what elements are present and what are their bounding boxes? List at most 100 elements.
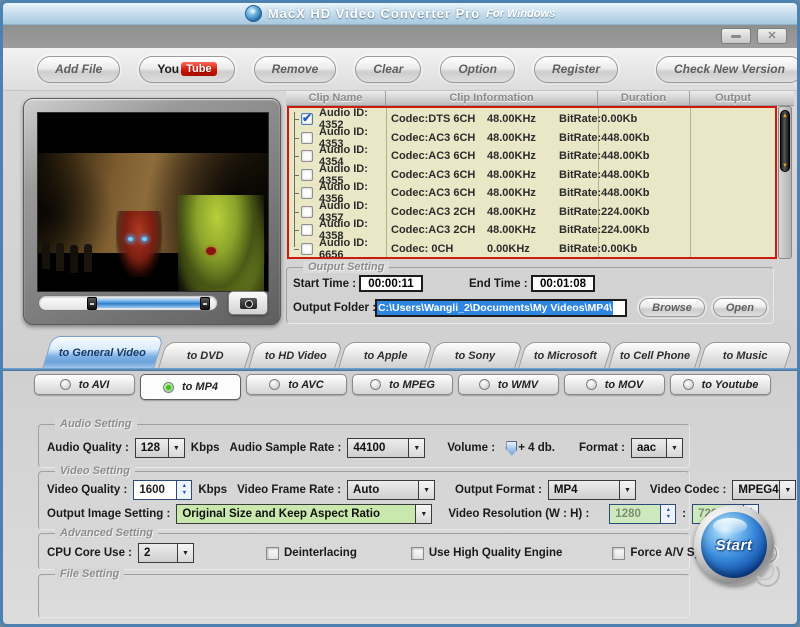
clear-button[interactable]: Clear <box>355 55 422 83</box>
resolution-width-spinner[interactable]: 1280 ▲ ▼ <box>609 504 677 524</box>
volume-slider-thumb[interactable] <box>506 440 518 456</box>
trim-range <box>86 297 211 310</box>
youtube-button[interactable]: You Tube <box>139 55 235 83</box>
video-codec-dropdown[interactable]: MPEG4 <box>732 480 797 500</box>
format-tab-to-avi[interactable]: to AVI <box>34 374 135 395</box>
remove-button[interactable]: Remove <box>253 55 337 83</box>
output-setting-legend: Output Setting <box>303 261 390 273</box>
format-tab-to-avc[interactable]: to AVC <box>246 374 347 395</box>
format-tab-label: to Youtube <box>701 378 759 391</box>
tab-label: to Apple <box>363 350 408 362</box>
list-scrollbar[interactable]: ▲ ▼ <box>778 106 792 259</box>
scrollbar-thumb[interactable]: ▲ ▼ <box>780 110 790 172</box>
tab-label: to Microsoft <box>533 350 597 362</box>
option-button[interactable]: Option <box>440 55 515 83</box>
deinterlacing-checkbox[interactable] <box>266 546 279 560</box>
table-row[interactable]: Audio ID: 6656 Codec: 0CH 0.00KHz BitRat… <box>289 237 775 257</box>
image-setting-dropdown[interactable]: Original Size and Keep Aspect Ratio <box>176 504 433 524</box>
minimize-button[interactable] <box>721 28 751 44</box>
row-checkbox[interactable] <box>301 111 313 125</box>
scroll-down-icon: ▼ <box>782 163 788 169</box>
video-quality-spinner[interactable]: 1600 ▲ ▼ <box>133 480 193 500</box>
header-clip-information[interactable]: Clip Information <box>386 91 598 105</box>
frame-rate-label: Video Frame Rate : <box>237 484 342 496</box>
header-clip-name[interactable]: Clip Name <box>286 91 386 105</box>
force-av-sync-checkbox[interactable] <box>612 546 626 560</box>
sample-rate-dropdown[interactable]: 44100 <box>347 438 426 458</box>
header-duration[interactable]: Duration <box>598 91 690 105</box>
row-checkbox[interactable] <box>301 242 313 255</box>
add-file-button[interactable]: Add File <box>37 55 121 83</box>
tab-to-microsoft[interactable]: to Microsoft <box>517 342 614 369</box>
end-time-field[interactable]: 00:01:08 <box>531 275 595 292</box>
green-robot-figure <box>178 195 264 291</box>
frame-rate-dropdown[interactable]: Auto <box>347 480 436 500</box>
header-output[interactable]: Output <box>690 91 776 105</box>
tab-to-sony[interactable]: to Sony <box>427 342 524 369</box>
format-tab-to-mp4[interactable]: to MP4 <box>140 374 241 400</box>
tab-to-hd-video[interactable]: to HD Video <box>247 342 344 369</box>
format-tab-to-wmv[interactable]: to WMV <box>458 374 559 395</box>
chevron-down-icon[interactable] <box>167 439 184 457</box>
tab-to-apple[interactable]: to Apple <box>337 342 434 369</box>
volume-label: Volume : <box>447 442 496 454</box>
trim-slider[interactable] <box>38 295 218 311</box>
tab-to-general-video[interactable]: to General Video <box>41 336 165 369</box>
tab-to-cell-phone[interactable]: to Cell Phone <box>607 342 704 369</box>
chevron-down-icon[interactable] <box>408 439 425 457</box>
chevron-down-icon[interactable] <box>666 439 682 457</box>
time-row: Start Time : 00:00:11 End Time : 00:01:0… <box>293 275 595 292</box>
format-tab-to-mpeg[interactable]: to MPEG <box>352 374 453 395</box>
row-checkbox[interactable] <box>301 131 313 144</box>
clip-bitrate: BitRate:448.00Kb <box>559 168 650 181</box>
format-tab-to-mov[interactable]: to MOV <box>564 374 665 395</box>
radio-icon <box>59 379 71 390</box>
row-checkbox[interactable] <box>301 224 313 236</box>
row-checkbox[interactable] <box>301 168 313 181</box>
open-button[interactable]: Open <box>712 298 767 317</box>
chevron-down-icon[interactable] <box>618 481 635 499</box>
register-button[interactable]: Register <box>533 55 618 83</box>
video-codec-label: Video Codec : <box>649 484 727 496</box>
high-quality-checkbox[interactable] <box>410 546 424 560</box>
output-format-dropdown[interactable]: MP4 <box>547 480 636 500</box>
audio-setting-legend: Audio Setting <box>55 418 137 430</box>
format-tab-label: to MOV <box>604 378 644 391</box>
output-folder-label: Output Folder : <box>293 301 377 314</box>
audio-setting-group: Audio Setting Audio Quality : 128 Kbps A… <box>38 418 690 468</box>
trim-end-handle[interactable] <box>200 297 211 310</box>
video-setting-group: Video Setting Video Quality : 1600 ▲ ▼ Kbp… <box>38 465 797 530</box>
cpu-core-dropdown[interactable]: 2 <box>138 543 194 563</box>
chevron-down-icon[interactable] <box>415 505 432 523</box>
chevron-down-icon[interactable] <box>177 544 193 562</box>
chevron-down-icon[interactable] <box>418 481 435 499</box>
image-setting-value: Original Size and Keep Aspect Ratio <box>177 505 416 523</box>
row-checkbox[interactable] <box>301 187 313 199</box>
clip-list: Audio ID: 4352 Codec:DTS 6CH 48.00KHz Bi… <box>287 106 777 259</box>
check-new-version-button[interactable]: Check New Version <box>656 55 797 83</box>
row-checkbox[interactable] <box>301 150 313 162</box>
audio-quality-dropdown[interactable]: 128 <box>134 438 185 458</box>
output-format-label: Output Format : <box>455 484 542 496</box>
chevron-down-icon[interactable] <box>779 481 796 499</box>
browse-button[interactable]: Browse <box>639 298 705 317</box>
tabs-underline <box>3 368 797 371</box>
start-time-field[interactable]: 00:00:11 <box>359 275 423 292</box>
spinner-arrows-icon[interactable]: ▲▼ <box>660 505 676 523</box>
row-checkbox[interactable] <box>301 205 313 218</box>
spinner-arrows-icon[interactable]: ▲▼ <box>176 481 192 499</box>
format-tab-label: to AVC <box>288 378 324 391</box>
close-button[interactable]: ✕ <box>757 28 787 44</box>
audio-format-dropdown[interactable]: aac <box>631 438 683 458</box>
volume-slider[interactable] <box>505 440 518 456</box>
snapshot-button[interactable] <box>228 291 268 315</box>
output-folder-field[interactable]: C:\Users\Wangli_2\Documents\My Videos\MP… <box>375 298 628 317</box>
format-tab-to-youtube[interactable]: to Youtube <box>670 374 771 395</box>
format-tabs: to AVI to MP4 to AVC to MPEG to WMV to M… <box>34 374 771 400</box>
file-setting-legend: File Setting <box>55 568 125 580</box>
folder-row: Output Folder : C:\Users\Wangli_2\Docume… <box>293 298 767 317</box>
tab-to-dvd[interactable]: to DVD <box>157 342 254 369</box>
sample-rate-value: 44100 <box>353 442 386 454</box>
trim-start-handle[interactable] <box>86 297 97 310</box>
tab-to-music[interactable]: to Music <box>697 342 794 369</box>
